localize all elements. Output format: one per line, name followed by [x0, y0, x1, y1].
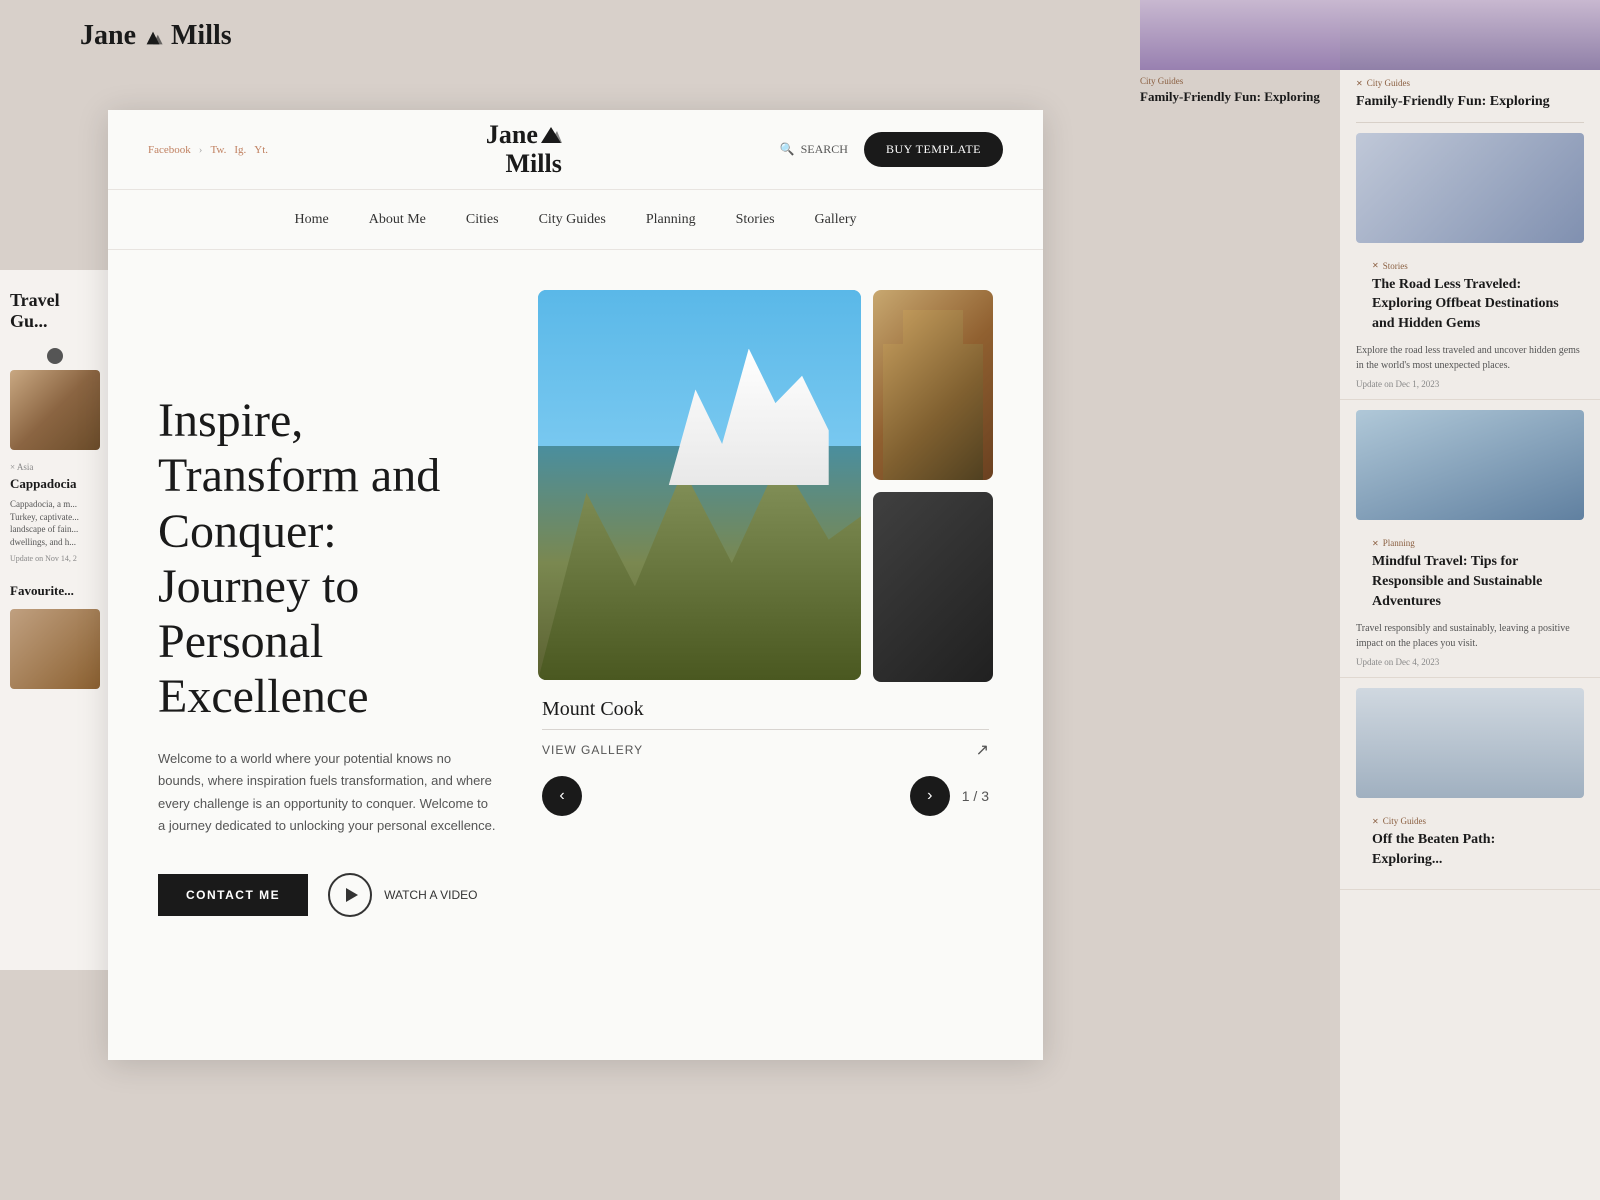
right-side-panel: City Guides Family-Friendly Fun: Explori…	[1340, 0, 1600, 1200]
watch-video-label: WATCH A VIDEO	[384, 888, 477, 902]
facebook-link[interactable]: Facebook	[148, 144, 191, 156]
right-top-tag: City Guides	[1340, 70, 1600, 90]
instagram-link[interactable]: Ig.	[234, 144, 246, 156]
city-guides-tag: City Guides	[1356, 808, 1584, 828]
city-image	[1356, 688, 1584, 798]
header-actions: 🔍 SEARCH BUY TEMPLATE	[780, 132, 1003, 167]
contact-me-button[interactable]: CONTACT ME	[158, 874, 308, 916]
right-article-1: Stories The Road Less Traveled: Explorin…	[1340, 123, 1600, 401]
mindful-travel-image	[1356, 410, 1584, 520]
side-images	[873, 290, 993, 682]
travel-guides-title: Travel Gu...	[10, 290, 100, 332]
hero-text: Inspire, Transform and Conquer: Journey …	[158, 290, 498, 1020]
main-card: Facebook › Tw. Ig. Yt. Jane Mills 🔍	[108, 110, 1043, 1060]
road-less-date: Update on Dec 1, 2023	[1356, 379, 1584, 389]
planning-tag: Planning	[1356, 530, 1584, 550]
twitter-link[interactable]: Tw.	[210, 144, 226, 156]
play-icon	[346, 888, 358, 902]
watch-video-button[interactable]: WATCH A VIDEO	[328, 873, 477, 917]
play-circle	[328, 873, 372, 917]
gallery-images	[538, 290, 993, 682]
nav-city-guides[interactable]: City Guides	[539, 212, 606, 228]
gallery-info: Mount Cook VIEW GALLERY ↗ ‹ › 1 / 3	[538, 698, 993, 816]
right-article-2: Planning Mindful Travel: Tips for Respon…	[1340, 400, 1600, 678]
nav-planning[interactable]: Planning	[646, 212, 696, 228]
mindful-travel-date: Update on Dec 4, 2023	[1356, 657, 1584, 667]
place-name: Cappadocia	[10, 476, 100, 492]
favourites-image	[10, 609, 100, 689]
view-gallery-label: VIEW GALLERY	[542, 743, 643, 757]
gallery-prev-button[interactable]: ‹	[542, 776, 582, 816]
site-logo: Jane Mills	[486, 121, 562, 178]
road-less-title: The Road Less Traveled: Exploring Offbea…	[1356, 273, 1584, 344]
left-side-panel: Travel Gu... × Asia Cappadocia Cappadoci…	[0, 270, 110, 970]
mindful-travel-desc: Travel responsibly and sustainably, leav…	[1356, 621, 1584, 651]
gallery-divider-row: VIEW GALLERY ↗	[542, 729, 989, 760]
colosseum-arch	[883, 310, 983, 480]
road-less-desc: Explore the road less traveled and uncov…	[1356, 343, 1584, 373]
hero-title: Inspire, Transform and Conquer: Journey …	[158, 393, 498, 724]
search-button[interactable]: 🔍 SEARCH	[780, 142, 848, 157]
hero-description: Welcome to a world where your potential …	[158, 748, 498, 836]
location-dot	[47, 348, 63, 364]
gallery-next-button[interactable]: ›	[910, 776, 950, 816]
favourites-title: Favourite...	[10, 583, 100, 599]
chevron-right-icon: ›	[927, 787, 932, 805]
update-date: Update on Nov 14, 2	[10, 554, 100, 563]
search-icon: 🔍	[780, 142, 795, 157]
gallery-counter: 1 / 3	[962, 788, 989, 804]
nav-about[interactable]: About Me	[369, 212, 426, 228]
off-beaten-title: Off the Beaten Path: Exploring...	[1356, 828, 1584, 879]
stories-tag: Stories	[1356, 253, 1584, 273]
gallery-navigation: ‹ › 1 / 3	[542, 776, 989, 816]
hero-section: Inspire, Transform and Conquer: Journey …	[108, 250, 1043, 1060]
colosseum-image	[873, 290, 993, 480]
bg-top-tag: City Guides	[1140, 70, 1340, 88]
mount-cook-image	[538, 290, 861, 680]
hero-gallery: Mount Cook VIEW GALLERY ↗ ‹ › 1 / 3	[538, 290, 993, 1020]
right-top-image	[1340, 0, 1600, 70]
nav-stories[interactable]: Stories	[736, 212, 775, 228]
dark-landscape-image	[873, 492, 993, 682]
logo-mountain-icon	[540, 126, 562, 144]
bg-top-image	[1140, 0, 1340, 70]
main-nav: Home About Me Cities City Guides Plannin…	[108, 190, 1043, 250]
bg-top-title: Family-Friendly Fun: Exploring	[1140, 88, 1340, 106]
gallery-place-name: Mount Cook	[542, 698, 989, 721]
right-top-title: Family-Friendly Fun: Exploring	[1340, 90, 1600, 122]
place-desc: Cappadocia, a m... Turkey, captivate... …	[10, 498, 100, 548]
asia-tag: × Asia	[10, 462, 100, 472]
road-less-image	[1356, 133, 1584, 243]
nav-gallery[interactable]: Gallery	[815, 212, 857, 228]
bg-top-right-preview: City Guides Family-Friendly Fun: Explori…	[1140, 0, 1340, 106]
bg-mountain-icon	[143, 30, 163, 46]
social-links: Facebook › Tw. Ig. Yt.	[148, 144, 268, 156]
cappadocia-image	[10, 370, 100, 450]
nav-home[interactable]: Home	[295, 212, 329, 228]
nav-cities[interactable]: Cities	[466, 212, 499, 228]
buy-template-button[interactable]: BUY TEMPLATE	[864, 132, 1003, 167]
chevron-left-icon: ‹	[559, 787, 564, 805]
site-header: Facebook › Tw. Ig. Yt. Jane Mills 🔍	[108, 110, 1043, 190]
hero-actions: CONTACT ME WATCH A VIDEO	[158, 873, 498, 917]
youtube-link[interactable]: Yt.	[254, 144, 268, 156]
mindful-travel-title: Mindful Travel: Tips for Responsible and…	[1356, 550, 1584, 621]
right-article-3: City Guides Off the Beaten Path: Explori…	[1340, 678, 1600, 890]
bg-logo: Jane Mills	[80, 20, 232, 52]
view-gallery-arrow: ↗	[976, 740, 989, 760]
